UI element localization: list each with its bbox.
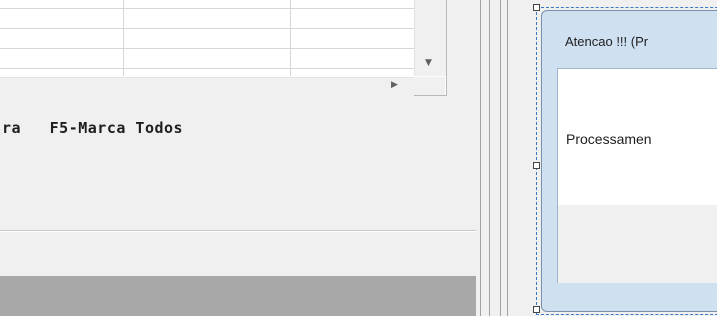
dialog-footer (557, 205, 717, 283)
splitter-line (500, 0, 501, 316)
dialog-title: Atencao !!! (Pr (565, 34, 649, 49)
splitter-line (489, 0, 490, 316)
function-key-legend: ra F5-Marca Todos (2, 119, 184, 137)
resize-handle[interactable] (533, 306, 540, 313)
splitter-line (480, 0, 481, 316)
scrollbar-corner (414, 77, 445, 95)
scroll-right-arrow-icon[interactable]: ▶ (391, 80, 398, 90)
grid-row-line (0, 28, 414, 29)
panel-splitter[interactable] (476, 0, 516, 316)
grid-column-line (290, 0, 291, 76)
dialog-message: Processamen (566, 131, 652, 147)
resize-handle[interactable] (533, 4, 540, 11)
status-bar (0, 276, 476, 316)
horizontal-scrollbar[interactable] (0, 77, 414, 96)
divider-highlight (0, 231, 476, 232)
screen: ▼ ▶ ra F5-Marca Todos Atencao !!! (Pr Pr… (0, 0, 717, 316)
grid-row-line (0, 68, 414, 69)
grid-row-line (0, 48, 414, 49)
data-grid[interactable]: ▼ ▶ (0, 0, 447, 96)
main-form-panel: ▼ ▶ ra F5-Marca Todos (0, 0, 476, 316)
grid-row-line (0, 8, 414, 9)
resize-handle[interactable] (533, 162, 540, 169)
scroll-down-arrow-icon[interactable]: ▼ (425, 58, 432, 68)
grid-column-line (123, 0, 124, 76)
splitter-line (507, 0, 508, 316)
